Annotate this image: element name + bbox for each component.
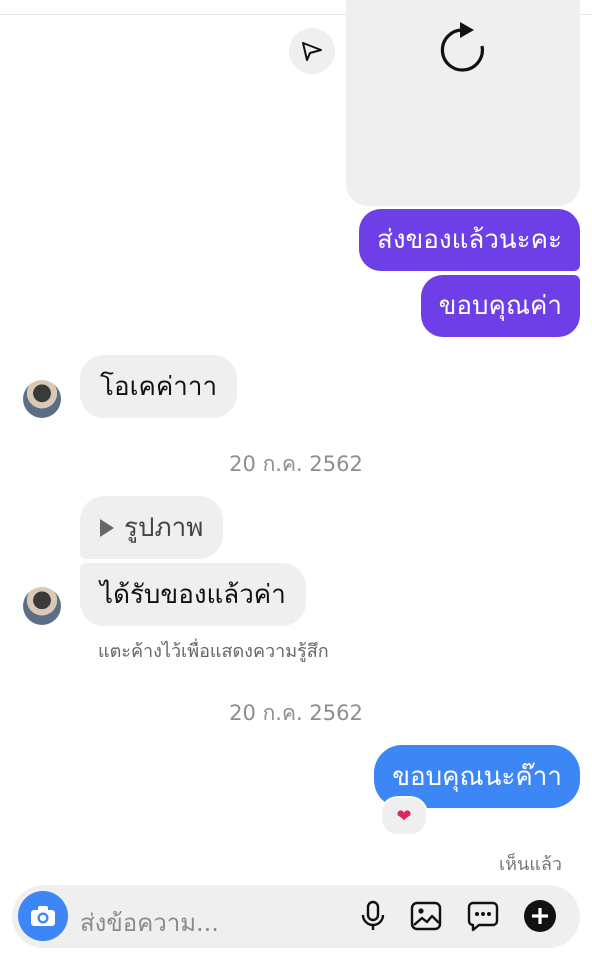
send-icon xyxy=(302,42,322,61)
message-input[interactable]: ส่งข้อความ... xyxy=(80,903,219,942)
message-text: ขอบคุณค่า xyxy=(438,291,562,321)
camera-button[interactable] xyxy=(18,891,68,941)
message-composer[interactable]: ส่งข้อความ... xyxy=(12,885,580,948)
play-icon xyxy=(100,518,114,537)
avatar[interactable] xyxy=(23,380,61,418)
microphone-icon xyxy=(361,900,385,930)
gallery-button[interactable] xyxy=(409,899,443,933)
date-separator: 20 ก.ค. 2562 xyxy=(229,452,363,476)
heart-icon: ❤ xyxy=(396,805,412,827)
plus-circle-icon xyxy=(524,900,556,932)
message-text: ขอบคุณนะค๊าา xyxy=(392,761,562,792)
camera-icon xyxy=(31,906,55,926)
message-text: ส่งของแล้วนะคะ xyxy=(376,225,562,255)
chat-dots-icon xyxy=(467,901,499,932)
photo-message[interactable]: รูปภาพ xyxy=(80,496,224,559)
more-button[interactable] xyxy=(523,899,557,933)
heart-reaction[interactable]: ❤ xyxy=(380,796,428,836)
avatar[interactable] xyxy=(23,587,61,625)
reaction-hint: แตะค้างไว้เพื่อแสดงความรู้สึก xyxy=(98,641,329,662)
date-separator: 20 ก.ค. 2562 xyxy=(229,701,363,725)
outgoing-message[interactable]: ขอบคุณค่า xyxy=(420,275,580,337)
message-text: โอเคค่าาา xyxy=(100,371,218,402)
image-icon xyxy=(410,901,442,931)
seen-status: เห็นแล้ว xyxy=(498,854,562,875)
refresh-icon[interactable] xyxy=(438,20,488,74)
photo-label: รูปภาพ xyxy=(124,512,204,543)
outgoing-message[interactable]: ส่งของแล้วนะคะ xyxy=(358,209,580,271)
message-text: ได้รับของแล้วค่า xyxy=(100,579,286,610)
share-button[interactable] xyxy=(289,28,335,74)
incoming-message[interactable]: ได้รับของแล้วค่า xyxy=(80,563,306,626)
mic-button[interactable] xyxy=(356,899,390,933)
incoming-message[interactable]: โอเคค่าาา xyxy=(80,355,238,418)
sticker-button[interactable] xyxy=(466,899,500,933)
